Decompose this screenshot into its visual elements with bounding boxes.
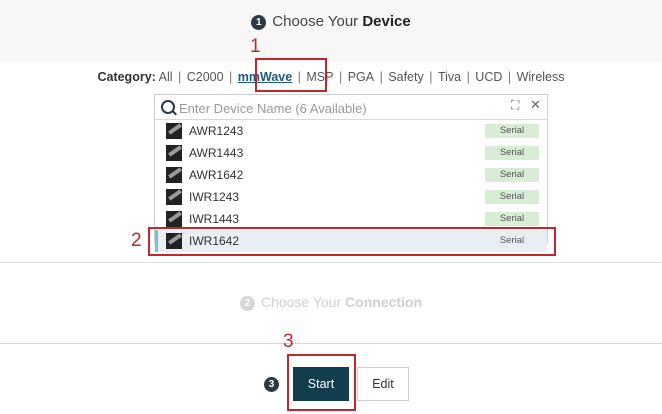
category-all[interactable]: All bbox=[159, 70, 173, 84]
category-filter: Category: All | C2000 | mmWave | MSP | P… bbox=[97, 70, 565, 84]
search-icon bbox=[161, 100, 175, 114]
step2-title: 2 Choose Your Connection bbox=[0, 294, 662, 311]
device-name: IWR1443 bbox=[189, 212, 240, 226]
step2-title-bold: Connection bbox=[345, 294, 423, 310]
device-name: AWR1642 bbox=[189, 168, 244, 182]
category-safety[interactable]: Safety bbox=[388, 70, 423, 84]
step2-title-prefix: Choose Your bbox=[260, 294, 346, 310]
category-wireless[interactable]: Wireless bbox=[517, 70, 565, 84]
step3-number: 3 bbox=[264, 377, 279, 392]
device-name: AWR1443 bbox=[189, 146, 244, 160]
section-divider bbox=[0, 343, 662, 344]
annotation-number-1: 1 bbox=[250, 36, 261, 57]
connection-badge: Serial bbox=[485, 190, 539, 204]
device-row-awr1642[interactable]: AWR1642 Serial bbox=[155, 164, 547, 186]
annotation-box-1 bbox=[255, 58, 327, 92]
annotation-box-2 bbox=[148, 227, 556, 256]
connection-badge: Serial bbox=[485, 168, 539, 182]
step1-header: 1 Choose Your Device bbox=[0, 0, 662, 62]
annotation-number-3: 3 bbox=[283, 331, 294, 352]
step1-title-prefix: Choose Your bbox=[272, 13, 363, 30]
device-row-awr1243[interactable]: AWR1243 Serial bbox=[155, 120, 547, 142]
chip-icon bbox=[166, 189, 182, 205]
annotation-number-2: 2 bbox=[131, 230, 142, 251]
annotation-box-3 bbox=[287, 354, 356, 411]
chip-icon bbox=[166, 211, 182, 227]
device-search-input[interactable] bbox=[177, 97, 501, 119]
step1-title-bold: Device bbox=[362, 13, 411, 30]
category-ucd[interactable]: UCD bbox=[475, 70, 502, 84]
device-row-awr1443[interactable]: AWR1443 Serial bbox=[155, 142, 547, 164]
category-label: Category: bbox=[97, 70, 156, 84]
category-tiva[interactable]: Tiva bbox=[438, 70, 461, 84]
edit-button[interactable]: Edit bbox=[357, 367, 409, 401]
connection-badge: Serial bbox=[485, 124, 539, 138]
device-selector: ⛶ ✕ AWR1243 Serial AWR1443 Serial AWR164… bbox=[154, 94, 548, 252]
chip-icon bbox=[166, 167, 182, 183]
connection-badge: Serial bbox=[485, 212, 539, 226]
device-row-iwr1243[interactable]: IWR1243 Serial bbox=[155, 186, 547, 208]
section-divider bbox=[0, 262, 662, 263]
device-name: IWR1243 bbox=[189, 190, 240, 204]
expand-icon[interactable]: ⛶ bbox=[511, 98, 519, 113]
close-icon[interactable]: ✕ bbox=[530, 97, 541, 113]
category-pga[interactable]: PGA bbox=[348, 70, 374, 84]
step2-number: 2 bbox=[239, 296, 255, 311]
step1-title: 1 Choose Your Device bbox=[0, 13, 662, 30]
device-name: AWR1243 bbox=[189, 124, 244, 138]
category-c2000[interactable]: C2000 bbox=[187, 70, 224, 84]
search-bar: ⛶ ✕ bbox=[155, 95, 547, 120]
step1-number: 1 bbox=[251, 15, 267, 30]
chip-icon bbox=[166, 123, 182, 139]
chip-icon bbox=[166, 145, 182, 161]
connection-badge: Serial bbox=[485, 146, 539, 160]
